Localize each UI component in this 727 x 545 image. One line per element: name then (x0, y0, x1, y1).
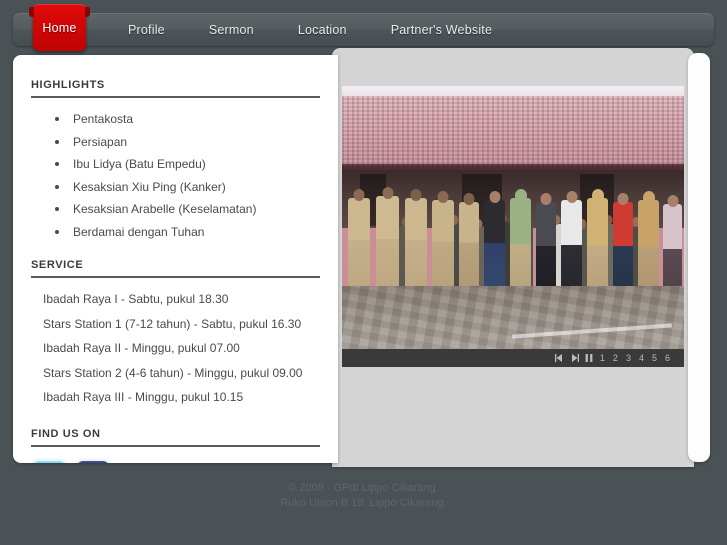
pause-button[interactable] (582, 354, 596, 362)
photo-person (432, 191, 454, 294)
list-item[interactable]: Ibu Lidya (Batu Empedu) (55, 153, 320, 176)
nav-item-profile[interactable]: Profile (106, 13, 187, 46)
page-root: Home Profile Sermon Location Partner's W… (0, 0, 727, 545)
list-item: Stars Station 2 (4-6 tahun) - Minggu, pu… (43, 365, 303, 380)
photo-crowd (342, 186, 684, 294)
photo-person (376, 187, 399, 294)
nav-list: Home Profile Sermon Location Partner's W… (13, 4, 514, 51)
photo-person-head (463, 193, 475, 205)
service-title: SERVICE (31, 259, 320, 278)
find-us-on-title: FIND US ON (31, 428, 320, 447)
slide-number-4[interactable]: 4 (635, 353, 648, 363)
panel-right-white-edge (688, 53, 710, 462)
photo-person-head (382, 187, 393, 199)
nav-item-sermon[interactable]: Sermon (187, 13, 276, 46)
list-item[interactable]: Kesaksian Xiu Ping (Kanker) (55, 176, 320, 199)
list-item: Ibadah Raya I - Sabtu, pukul 18.30 (43, 292, 229, 306)
slideshow-controls: 1 2 3 4 5 6 (342, 349, 684, 367)
nav-item-location[interactable]: Location (276, 13, 369, 46)
social-links-row (31, 447, 320, 463)
photo-person (348, 189, 370, 294)
photo-person (510, 189, 531, 294)
photo-person-head (514, 189, 527, 202)
photo-person (536, 193, 556, 294)
photo-person-head (540, 193, 552, 205)
next-slide-button[interactable] (567, 354, 582, 362)
highlights-title: HIGHLIGHTS (31, 79, 320, 98)
photo-person (405, 189, 427, 294)
nav-item-home[interactable]: Home (29, 4, 90, 51)
main-navigation-bar: Home Profile Sermon Location Partner's W… (13, 4, 714, 51)
list-item[interactable]: Berdamai dengan Tuhan (55, 221, 320, 244)
slide-number-2[interactable]: 2 (609, 353, 622, 363)
slide-number-1[interactable]: 1 (596, 353, 609, 363)
photo-person (638, 191, 659, 294)
slide-number-6[interactable]: 6 (661, 353, 674, 363)
list-item: Stars Station 1 (7-12 tahun) - Sabtu, pu… (43, 316, 302, 331)
list-item[interactable]: Kesaksian Arabelle (Keselamatan) (55, 198, 320, 221)
list-item[interactable]: Pentakosta (55, 108, 320, 131)
slideshow-viewer: 1 2 3 4 5 6 (342, 86, 684, 367)
previous-slide-button[interactable] (552, 354, 567, 362)
photo-person (459, 193, 479, 294)
facebook-icon[interactable] (75, 458, 111, 463)
highlights-section: HIGHLIGHTS Pentakosta Persiapan Ibu Lidy… (31, 55, 320, 243)
photo-person (613, 193, 633, 294)
slide-number-5[interactable]: 5 (648, 353, 661, 363)
photo-person-head (437, 191, 449, 203)
service-section: SERVICE Ibadah Raya I - Sabtu, pukul 18.… (31, 243, 320, 410)
photo-person (587, 189, 608, 294)
footer-copyright: © 2009 - GPdI Lippo Cikarang. (288, 482, 439, 494)
list-item: Ibadah Raya III - Minggu, pukul 10.15 (43, 390, 244, 404)
slide-number-3[interactable]: 3 (622, 353, 635, 363)
photo-person-head (667, 195, 678, 207)
photo-person-head (591, 189, 604, 202)
list-item[interactable]: Persiapan (55, 131, 320, 154)
twitter-icon[interactable] (31, 458, 67, 463)
sidebar-panel: HIGHLIGHTS Pentakosta Persiapan Ibu Lidy… (13, 55, 338, 463)
photo-person-head (353, 189, 365, 201)
footer-address: Ruko Union B.18, Lippo Cikarang. (280, 497, 447, 509)
photo-person-head (617, 193, 629, 205)
photo-person (663, 195, 682, 294)
photo-person-head (489, 191, 500, 203)
footer: © 2009 - GPdI Lippo Cikarang. Ruko Union… (0, 481, 727, 511)
photo-person-head (410, 189, 422, 201)
service-list: Ibadah Raya I - Sabtu, pukul 18.30 Stars… (31, 278, 320, 410)
photo-roof (342, 96, 684, 168)
photo-paved-ground (342, 286, 684, 349)
photo-person-head (642, 191, 655, 204)
photo-person-head (566, 191, 577, 203)
find-us-on-section: FIND US ON (31, 410, 320, 463)
photo-person (484, 191, 505, 294)
slideshow-photo[interactable] (342, 86, 684, 349)
photo-person (561, 191, 582, 294)
list-item: Ibadah Raya II - Minggu, pukul 07.00 (43, 341, 240, 355)
nav-item-partners-website[interactable]: Partner's Website (369, 13, 514, 46)
highlights-list: Pentakosta Persiapan Ibu Lidya (Batu Emp… (31, 98, 320, 243)
